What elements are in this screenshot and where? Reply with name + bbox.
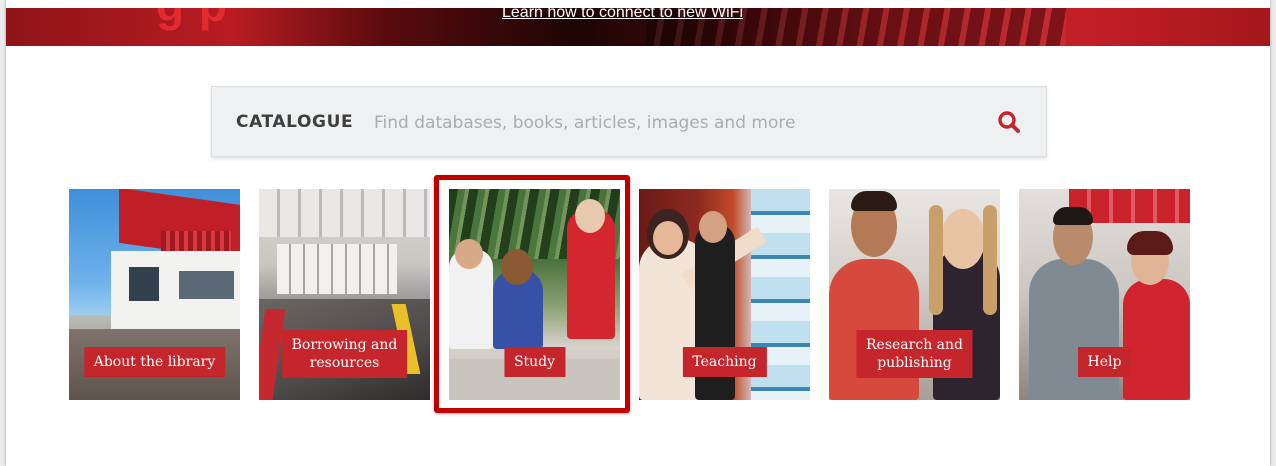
- tile-label: About the library: [83, 347, 226, 377]
- selection-highlight: [434, 175, 630, 413]
- tile-teaching[interactable]: Teaching: [639, 189, 810, 400]
- hero-title: g p: [156, 8, 228, 32]
- tile-label: Research and publishing: [856, 330, 973, 378]
- tile-borrowing-and-resources[interactable]: Borrowing and resources: [259, 189, 430, 400]
- page: g p Learn how to connect to new WiFi CAT…: [6, 0, 1270, 466]
- tile-label: Borrowing and resources: [281, 330, 408, 378]
- catalogue-search-bar: CATALOGUE: [211, 86, 1047, 157]
- tile-about-the-library[interactable]: About the library: [69, 189, 240, 400]
- search-input[interactable]: [372, 105, 966, 141]
- tile-research-and-publishing[interactable]: Research and publishing: [829, 189, 1000, 400]
- tile-label: Teaching: [682, 347, 767, 377]
- search-icon: [998, 111, 1020, 133]
- wifi-link[interactable]: Learn how to connect to new WiFi: [502, 8, 743, 22]
- search-button[interactable]: [996, 109, 1022, 135]
- tile-label: Help: [1077, 347, 1132, 377]
- tile-help[interactable]: Help: [1019, 189, 1190, 400]
- hero-banner: g p Learn how to connect to new WiFi: [6, 8, 1270, 46]
- catalogue-label: CATALOGUE: [236, 112, 354, 132]
